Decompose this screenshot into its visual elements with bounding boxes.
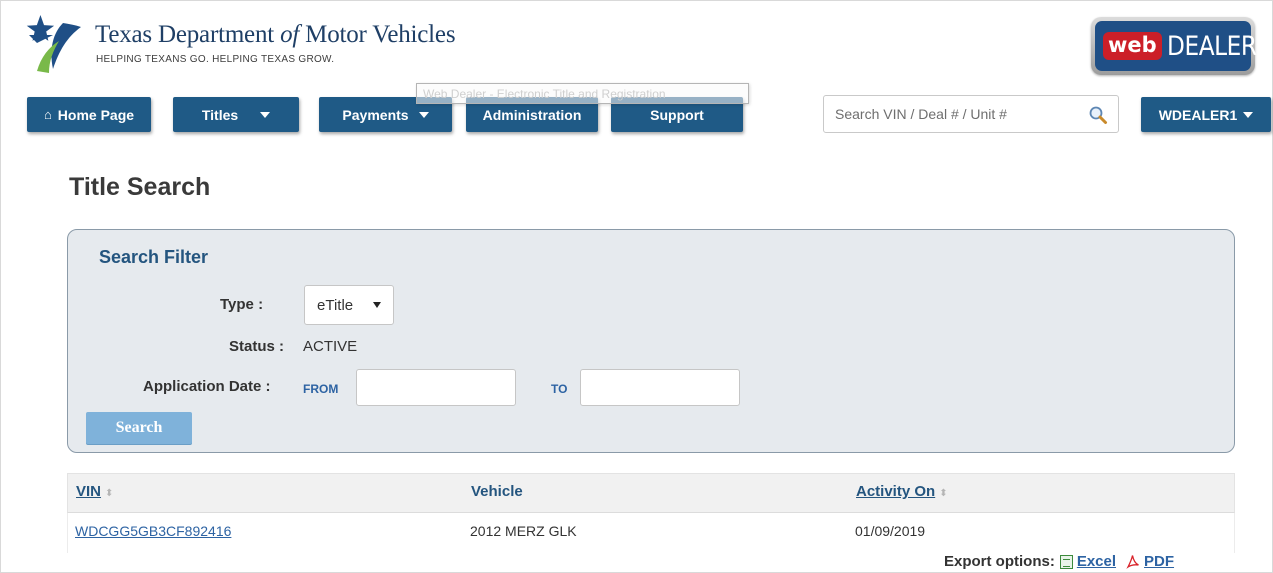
row-vin-link[interactable]: WDCGG5GB3CF892416 <box>75 523 231 539</box>
search-filter-panel: Search Filter Type : eTitle Status : ACT… <box>67 229 1235 453</box>
column-header-vin[interactable]: VIN ⬍ <box>76 483 113 500</box>
status-label: Status : <box>229 338 285 355</box>
agency-name[interactable]: Texas Department of Motor Vehicles <box>95 21 456 49</box>
sort-icon: ⬍ <box>105 488 114 499</box>
search-button[interactable]: Search <box>86 412 192 444</box>
nav-titles[interactable]: Titles <box>173 97 299 132</box>
table-row: WDCGG5GB3CF892416 2012 MERZ GLK 01/09/20… <box>67 513 1235 553</box>
browser-page: Texas Department of Motor Vehicles HELPI… <box>0 0 1273 573</box>
webdealer-logo-inner: web DEALER <box>1095 21 1257 71</box>
application-date-label: Application Date : <box>143 378 271 395</box>
chevron-down-icon <box>260 111 271 118</box>
type-label: Type : <box>220 296 264 313</box>
search-input[interactable] <box>824 96 1074 132</box>
webdealer-logo[interactable]: web DEALER <box>1091 17 1257 75</box>
nav-support-label: Support <box>650 106 704 123</box>
chevron-down-icon <box>418 111 429 118</box>
export-options: Export options: Excel PDF <box>944 553 1174 570</box>
nav-home-page[interactable]: ⌂ Home Page <box>27 97 151 132</box>
nav-payments-label: Payments <box>342 106 409 123</box>
pdf-icon <box>1126 555 1139 569</box>
from-label: FROM <box>303 382 339 396</box>
excel-icon <box>1059 554 1073 569</box>
row-vehicle: 2012 MERZ GLK <box>470 523 577 539</box>
row-activity-on: 01/09/2019 <box>855 523 926 539</box>
user-menu-button[interactable]: WDEALER1 <box>1141 97 1271 132</box>
nav-administration-label: Administration <box>482 106 582 123</box>
search-filter-heading: Search Filter <box>99 247 209 267</box>
user-name: WDEALER1 <box>1158 106 1238 123</box>
results-table-header: VIN ⬍ Vehicle Activity On ⬍ <box>67 473 1235 513</box>
nav-titles-label: Titles <box>201 106 239 123</box>
nav-home-label: Home Page <box>57 106 135 123</box>
home-icon: ⌂ <box>43 107 52 122</box>
export-pdf-link[interactable]: PDF <box>1144 553 1174 570</box>
agency-name-part2: Motor Vehicles <box>299 21 456 48</box>
global-search <box>823 95 1119 133</box>
webdealer-logo-dealer: DEALER <box>1166 30 1257 62</box>
column-header-activity-on-label: Activity On <box>856 483 936 500</box>
column-header-vin-label: VIN <box>76 483 102 500</box>
logo-tooltip: Web Dealer - Electronic Title and Regist… <box>416 83 749 104</box>
status-value: ACTIVE <box>303 338 358 355</box>
txdmv-star-logo <box>26 15 81 73</box>
type-select[interactable]: eTitle <box>304 285 394 325</box>
webdealer-logo-web: web <box>1103 32 1162 60</box>
from-date-input[interactable] <box>356 369 516 406</box>
page-title: Title Search <box>69 173 211 201</box>
chevron-down-icon <box>373 302 381 308</box>
type-select-value: eTitle <box>317 296 354 314</box>
export-options-label: Export options: <box>944 553 1055 570</box>
agency-name-of: of <box>280 21 300 48</box>
sort-icon: ⬍ <box>939 488 948 499</box>
agency-tagline: HELPING TEXANS GO. HELPING TEXAS GROW. <box>96 54 335 65</box>
search-icon[interactable] <box>1088 105 1108 125</box>
agency-name-part1: Texas Department <box>95 21 281 48</box>
to-date-input[interactable] <box>580 369 740 406</box>
column-header-activity-on[interactable]: Activity On ⬍ <box>856 483 948 500</box>
to-label: TO <box>551 382 568 396</box>
export-excel-link[interactable]: Excel <box>1077 553 1116 570</box>
chevron-down-icon <box>1243 111 1254 118</box>
column-header-vehicle: Vehicle <box>471 483 523 500</box>
